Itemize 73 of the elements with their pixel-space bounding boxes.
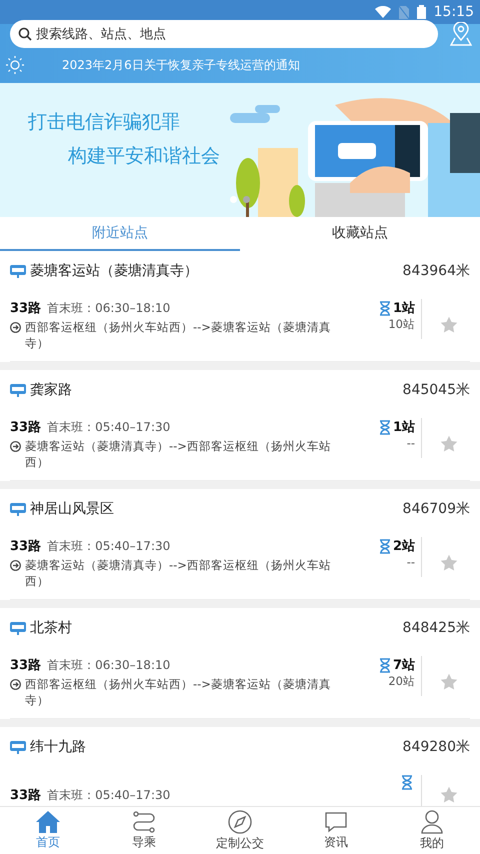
banner-headline: 构建平安和谐社会 [68, 144, 221, 169]
line-name: 33路 [10, 419, 42, 436]
line-name: 33路 [10, 538, 42, 555]
bus-stop-icon [10, 502, 26, 516]
route-text: 西部客运枢纽（扬州火车站西）-->菱塘客运站（菱塘清真寺） [25, 319, 332, 351]
banner-headline: 打击电信诈骗犯罪 [28, 110, 181, 135]
stops-away: 2站 [392, 538, 415, 555]
sun-icon [6, 56, 24, 74]
route-icon [133, 810, 155, 832]
stops-away: 1站 [392, 419, 415, 436]
station-name: 神居山风景区 [30, 500, 115, 518]
route-text: 西部客运枢纽（扬州火车站西）-->菱塘客运站（菱塘清真寺） [25, 676, 332, 708]
hourglass-icon [378, 300, 391, 316]
search-field[interactable]: 搜索线路、站点、地点 [10, 20, 438, 48]
stops-away: 7站 [392, 657, 415, 674]
nav-tab[interactable]: 导乘 [96, 807, 192, 854]
bus-stop-icon [10, 382, 26, 398]
bus-stop-icon [10, 264, 26, 278]
total-stops: 10站 [388, 317, 415, 332]
distance: 848425米 [402, 619, 470, 637]
hourglass-icon [378, 538, 391, 554]
service-hours: 首末班：05:40–17:30 [47, 787, 170, 804]
tab[interactable]: 收藏站点 [240, 217, 480, 251]
distance: 845045米 [402, 381, 470, 399]
chat-icon [324, 810, 348, 832]
nav-tab[interactable]: 资讯 [288, 807, 384, 854]
home-icon [36, 810, 60, 832]
star-icon [440, 786, 458, 804]
line-name: 33路 [10, 300, 42, 317]
map-pin-icon[interactable] [450, 22, 472, 46]
station-name: 纬十九路 [30, 738, 87, 756]
station-name: 龚家路 [30, 381, 73, 399]
service-hours: 首末班：05:40–17:30 [47, 538, 170, 555]
direction-icon [10, 560, 21, 571]
station-name: 菱塘客运站（菱塘清真寺） [30, 262, 199, 280]
line-name: 33路 [10, 657, 42, 674]
total-stops: 20站 [388, 674, 415, 689]
hourglass-icon [401, 775, 413, 790]
route-text: 菱塘客运站（菱塘清真寺）-->西部客运枢纽（扬州火车站西） [25, 557, 332, 589]
route-text: 菱塘客运站（菱塘清真寺）-->西部客运枢纽（扬州火车站西） [25, 438, 332, 470]
no-sim-icon [398, 6, 409, 18]
direction-icon [10, 679, 21, 690]
user-icon [421, 810, 443, 834]
nav-tab[interactable]: 首页 [0, 807, 96, 854]
distance: 846709米 [402, 500, 470, 518]
compass-icon [228, 810, 252, 834]
service-hours: 首末班：06:30–18:10 [47, 657, 170, 674]
nav-tab[interactable]: 我的 [384, 807, 480, 854]
carousel-dot[interactable] [230, 196, 237, 203]
distance: 843964米 [402, 262, 470, 280]
service-hours: 首末班：06:30–18:10 [47, 300, 170, 317]
nav-tab[interactable]: 定制公交 [192, 807, 288, 854]
star-icon [440, 673, 458, 691]
status-time: 15:15 [434, 4, 474, 20]
total-stops: -- [406, 555, 415, 569]
star-icon [440, 435, 458, 453]
service-hours: 首末班：05:40–17:30 [47, 419, 170, 436]
station-name: 北茶村 [30, 619, 73, 637]
bus-stop-icon [10, 620, 26, 636]
hourglass-icon [378, 420, 391, 434]
total-stops: -- [406, 436, 415, 450]
search-icon [18, 27, 32, 41]
distance: 849280米 [402, 738, 470, 756]
star-icon [440, 316, 458, 334]
line-name: 33路 [10, 787, 42, 804]
hourglass-icon [378, 658, 391, 672]
wifi-icon [374, 6, 391, 18]
direction-icon [10, 441, 21, 452]
star-icon [440, 554, 458, 572]
bus-stop-icon [10, 740, 26, 754]
direction-icon [10, 322, 21, 333]
battery-icon [416, 5, 426, 19]
stops-away: 1站 [392, 300, 415, 317]
